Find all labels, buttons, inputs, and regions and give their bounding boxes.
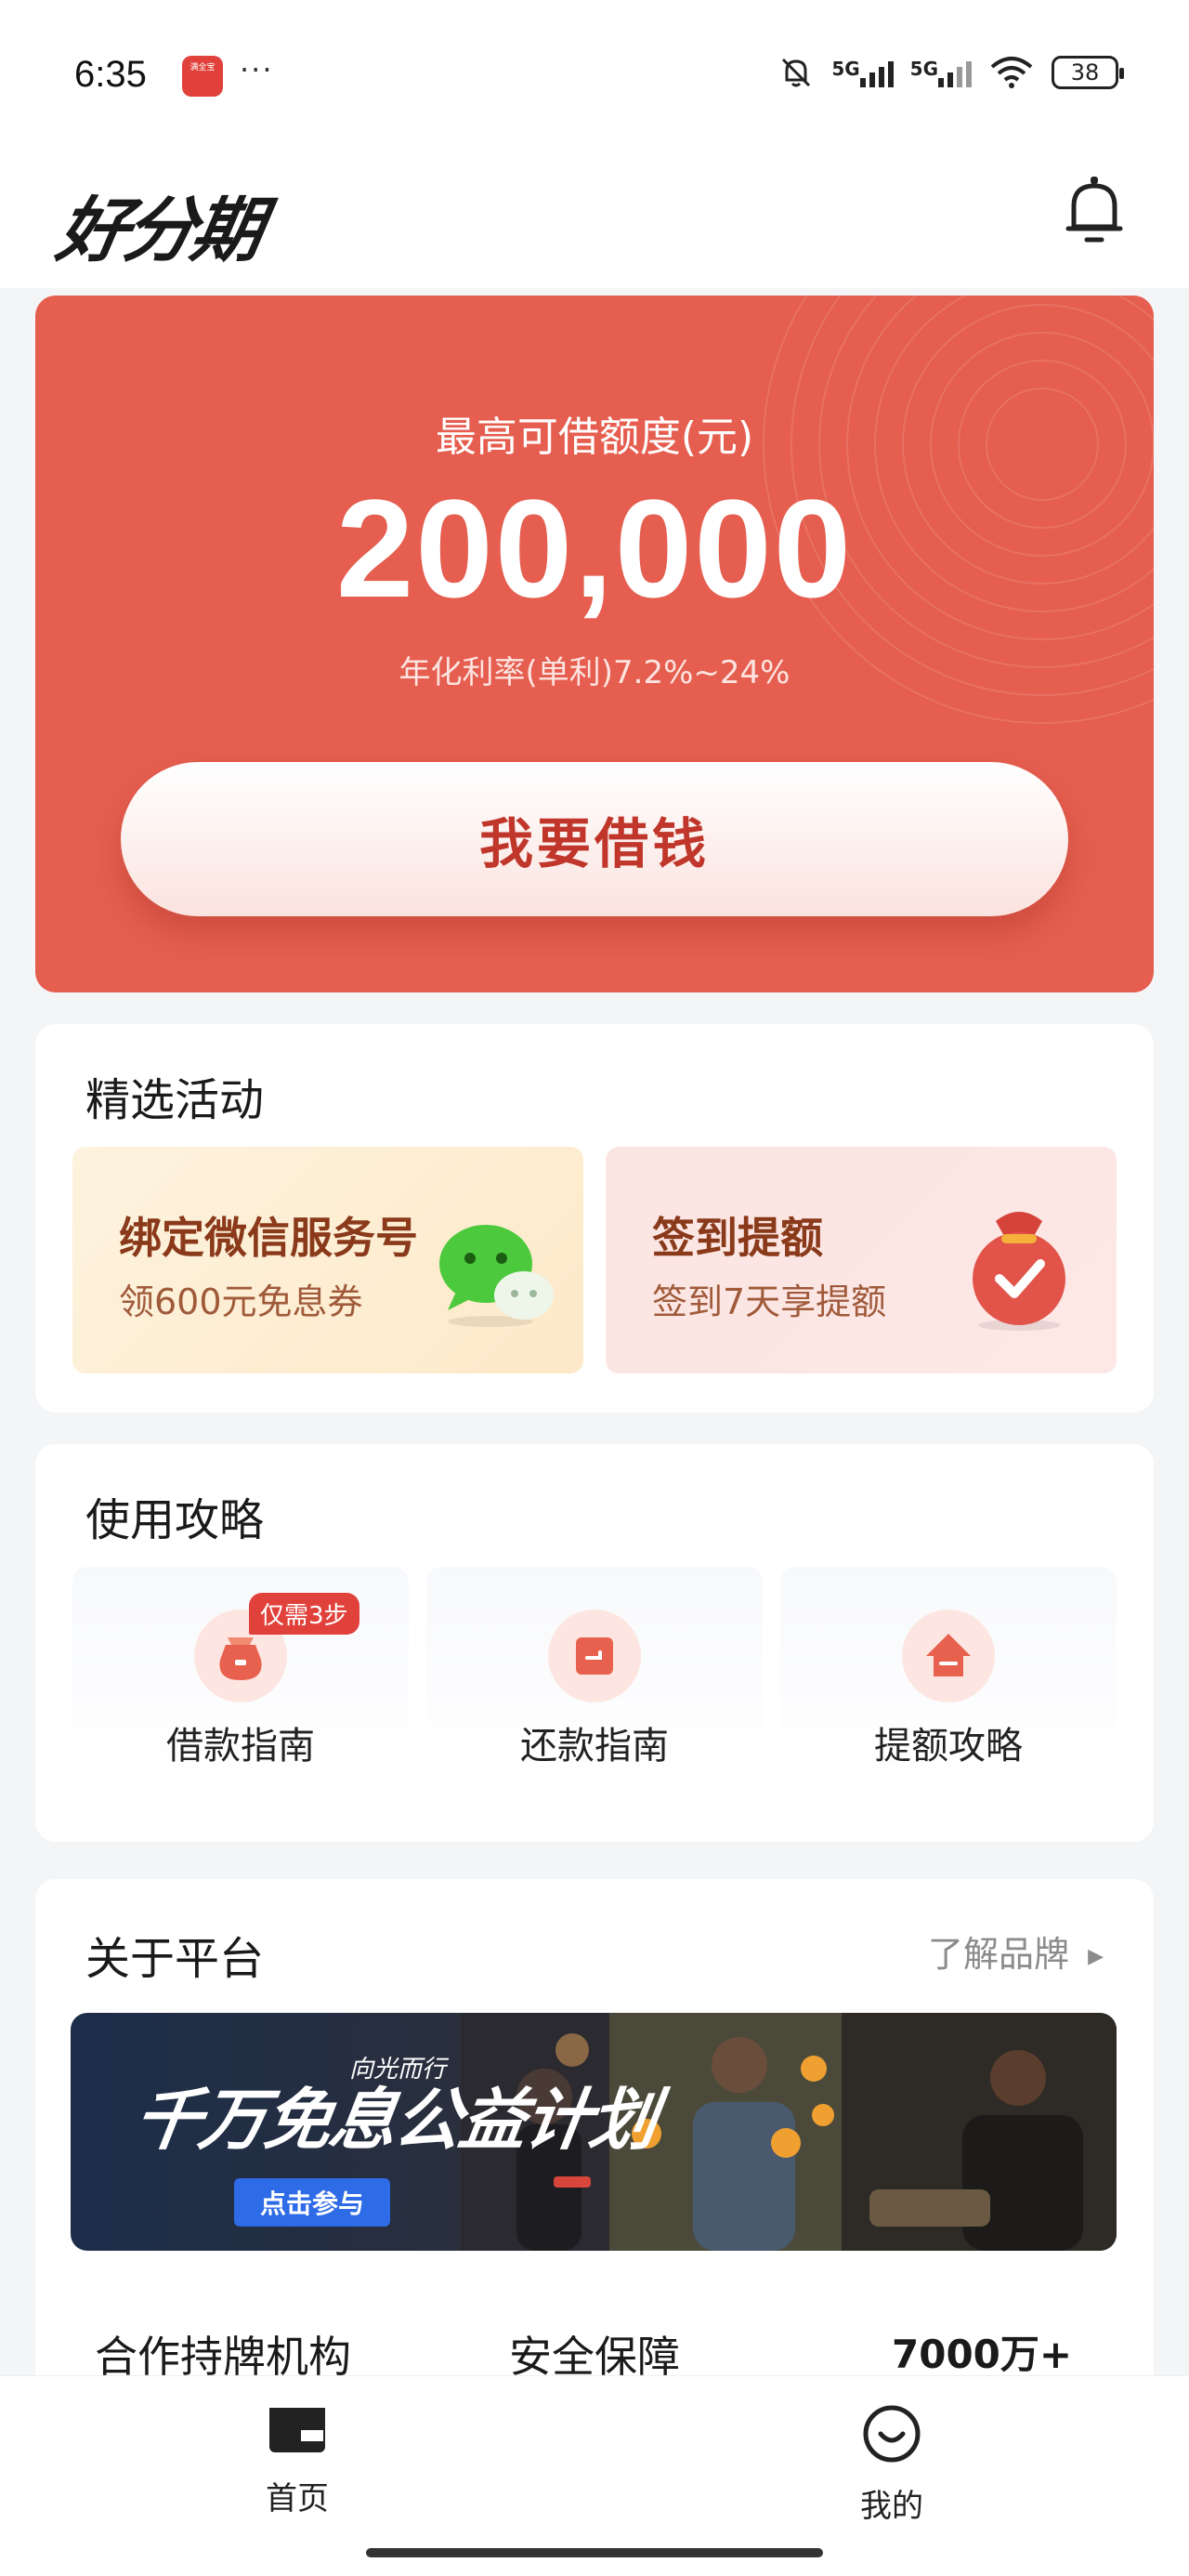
signal-icon (859, 58, 894, 87)
interest-rate-text: 年化利率(单利)7.2%~24% (399, 654, 790, 691)
bell-icon[interactable] (1065, 173, 1124, 247)
credit-limit-amount: 200,000 (335, 470, 854, 626)
guide-repay[interactable]: 还款指南 (426, 1567, 763, 1781)
house-up-icon (902, 1610, 995, 1702)
featured-activities-card: 精选活动 绑定微信服务号 领600元免息券 签到提额 签到7天享提额 (35, 1024, 1154, 1413)
more-notifications-icon: ··· (240, 52, 274, 87)
usage-guide-card: 使用攻略 仅需3步 借款指南 还款指南 提额攻略 (35, 1444, 1154, 1842)
network-label-2: 5G (909, 58, 938, 80)
battery-indicator: 38 (1052, 56, 1124, 89)
money-bag-check-icon (973, 1212, 1065, 1331)
guide-label: 还款指南 (520, 1725, 669, 1768)
borrow-button[interactable]: 我要借钱 (121, 762, 1068, 916)
guide-borrow[interactable]: 仅需3步 借款指南 (72, 1567, 409, 1781)
signal-icon (938, 58, 972, 87)
wifi-icon (990, 57, 1033, 88)
status-bar: 6:35 满全宝 ··· 5G 5G 38 (0, 0, 1189, 139)
nav-label: 首页 (266, 2480, 329, 2517)
nav-label: 我的 (860, 2488, 923, 2525)
credit-limit-card: 最高可借额度(元) 200,000 年化利率(单利)7.2%~24% 我要借钱 (35, 296, 1154, 992)
guide-label: 借款指南 (166, 1725, 315, 1768)
wallet-icon (269, 2408, 325, 2452)
learn-brand-link[interactable]: 了解品牌 ▶ (928, 1925, 1104, 1977)
home-indicator (366, 2548, 823, 2557)
learn-brand-label: 了解品牌 (927, 1934, 1069, 1975)
notification-app-icon: 满全宝 (182, 56, 223, 97)
section-title: 精选活动 (85, 1074, 265, 1126)
wallet-icon (548, 1610, 641, 1702)
promo-title: 绑定微信服务号 (119, 1213, 418, 1263)
banner-subtitle: 向光而行 (349, 2056, 447, 2083)
section-title: 关于平台 (85, 1933, 265, 1985)
status-icons: 5G 5G 38 (777, 54, 1124, 91)
bottom-navigation: 首页 我的 (0, 2375, 1189, 2576)
app-header: 好分期 (0, 139, 1189, 288)
promo-subtitle: 签到7天享提额 (652, 1281, 887, 1322)
join-button[interactable]: 点击参与 (234, 2178, 391, 2227)
triangle-right-icon: ▶ (1088, 1945, 1104, 1968)
wechat-icon (439, 1225, 554, 1327)
credit-limit-label: 最高可借额度(元) (435, 414, 754, 461)
guide-raise-limit[interactable]: 提额攻略 (780, 1567, 1117, 1781)
promo-bind-wechat[interactable]: 绑定微信服务号 领600元免息券 (72, 1147, 583, 1373)
promo-title: 签到提额 (652, 1213, 823, 1263)
steps-badge: 仅需3步 (249, 1593, 359, 1635)
smile-icon (863, 2405, 921, 2463)
guide-label: 提额攻略 (874, 1725, 1023, 1768)
section-title: 使用攻略 (85, 1494, 265, 1546)
about-platform-card: 关于平台 了解品牌 ▶ 千万免息公益计划 向光而行 点击参与 合作持牌机构 安全… (35, 1879, 1154, 2437)
status-time: 6:35 (74, 54, 147, 95)
promo-subtitle: 领600元免息券 (119, 1281, 363, 1322)
network-label-1: 5G (831, 58, 860, 80)
charity-banner[interactable]: 千万免息公益计划 向光而行 点击参与 (71, 2013, 1117, 2251)
stat-users: 7000万+ (892, 2332, 1073, 2377)
nav-mine[interactable]: 我的 (799, 2404, 985, 2526)
nav-home[interactable]: 首页 (204, 2404, 390, 2518)
app-logo: 好分期 (51, 189, 267, 271)
promo-checkin[interactable]: 签到提额 签到7天享提额 (606, 1147, 1117, 1373)
mute-icon (782, 58, 811, 87)
